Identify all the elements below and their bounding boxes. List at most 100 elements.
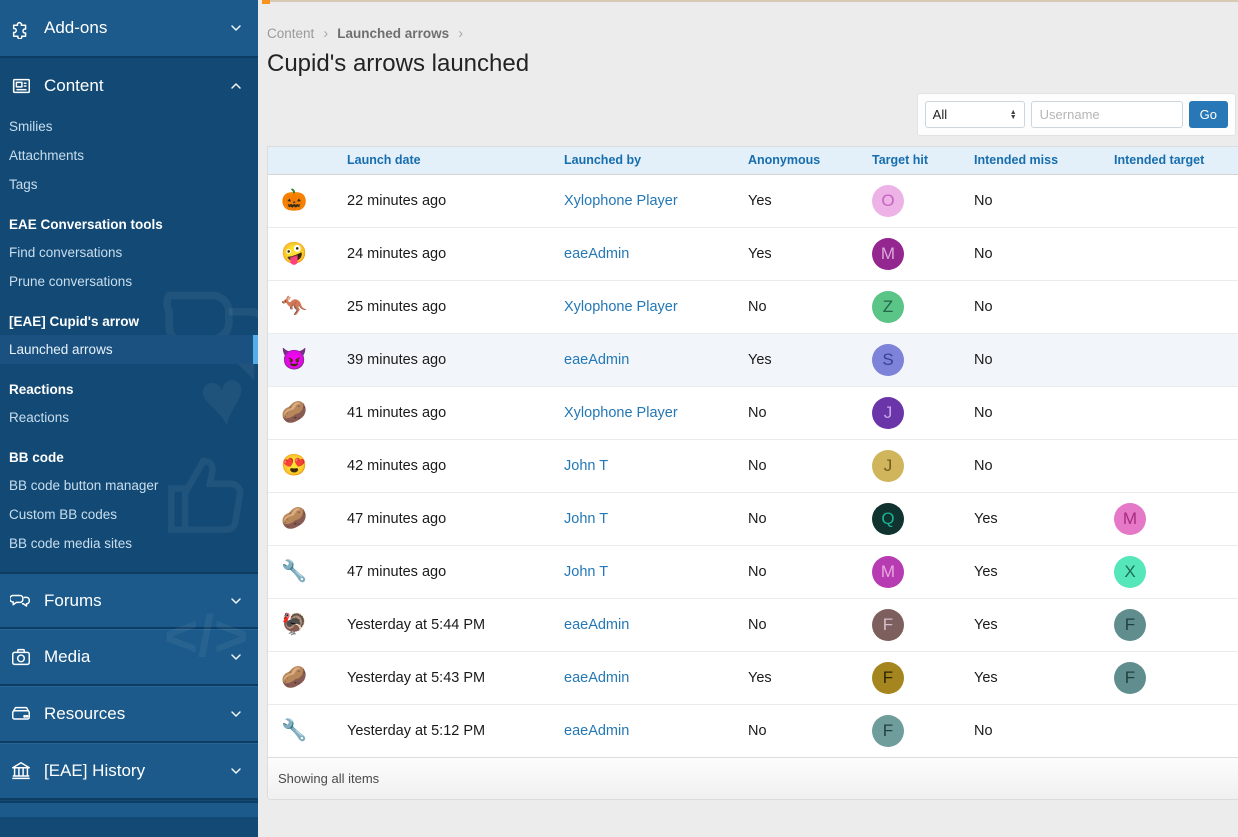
sidebar-item-prune-conversations[interactable]: Prune conversations bbox=[0, 267, 258, 296]
sidebar-group-media[interactable]: Media bbox=[0, 629, 258, 686]
sidebar-item-smilies[interactable]: Smilies bbox=[0, 112, 258, 141]
anonymous-cell: Yes bbox=[738, 651, 862, 704]
top-divider-line bbox=[267, 0, 1238, 2]
sidebar-subnav: SmiliesAttachmentsTagsEAE Conversation t… bbox=[0, 112, 258, 558]
launched-arrows-table-card: Launch date Launched by Anonymous Target… bbox=[267, 146, 1238, 800]
launched-by-link[interactable]: eaeAdmin bbox=[564, 617, 629, 633]
launched-by-link[interactable]: John T bbox=[564, 564, 608, 580]
table-row: 🥔 41 minutes ago Xylophone Player No J N… bbox=[268, 386, 1238, 439]
launch-date-cell: Yesterday at 5:44 PM bbox=[337, 598, 554, 651]
sidebar-item-bb-code-media-sites[interactable]: BB code media sites bbox=[0, 529, 258, 558]
table-row: 😍 42 minutes ago John T No J No bbox=[268, 439, 1238, 492]
intended-target-avatar[interactable]: F bbox=[1114, 609, 1146, 641]
sidebar-group-resources[interactable]: Resources bbox=[0, 686, 258, 743]
breadcrumb: Content › Launched arrows › bbox=[267, 25, 1238, 42]
arrow-emoji: 🥔 bbox=[281, 507, 307, 530]
intended-target-avatar[interactable]: X bbox=[1114, 556, 1146, 588]
launched-by-link[interactable]: John T bbox=[564, 458, 608, 474]
launched-by-link[interactable]: John T bbox=[564, 511, 608, 527]
intended-target-avatar[interactable]: F bbox=[1114, 662, 1146, 694]
launch-date-cell: Yesterday at 5:43 PM bbox=[337, 651, 554, 704]
sidebar-group-addons[interactable]: Add-ons bbox=[0, 0, 258, 58]
chevron-down-icon bbox=[228, 706, 244, 722]
intended-target-avatar[interactable]: M bbox=[1114, 503, 1146, 535]
emoji-column-header bbox=[268, 147, 337, 174]
bank-icon bbox=[10, 760, 32, 782]
orange-accent-chip bbox=[262, 0, 270, 4]
launched-by-link[interactable]: eaeAdmin bbox=[564, 723, 629, 739]
arrow-emoji: 🥔 bbox=[281, 401, 307, 424]
sidebar-group-forums[interactable]: Forums bbox=[0, 572, 258, 629]
launch-date-cell: 41 minutes ago bbox=[337, 386, 554, 439]
anonymous-cell: Yes bbox=[738, 174, 862, 227]
drive-icon bbox=[10, 703, 32, 725]
sidebar-group--eae-history[interactable]: [EAE] History bbox=[0, 743, 258, 800]
target-hit-avatar[interactable]: O bbox=[872, 185, 904, 217]
chevron-down-icon bbox=[228, 20, 244, 36]
table-row: 🔧 Yesterday at 5:12 PM eaeAdmin No F No bbox=[268, 704, 1238, 757]
arrow-emoji: 🥔 bbox=[281, 666, 307, 689]
chat-icon bbox=[10, 590, 32, 612]
sidebar-item-reactions[interactable]: Reactions bbox=[0, 403, 258, 432]
chevron-down-icon bbox=[228, 649, 244, 665]
intended-miss-cell: No bbox=[964, 227, 1104, 280]
intended-miss-cell: No bbox=[964, 174, 1104, 227]
go-button[interactable]: Go bbox=[1189, 101, 1228, 128]
target-hit-avatar[interactable]: S bbox=[872, 344, 904, 376]
sidebar-item-custom-bb-codes[interactable]: Custom BB codes bbox=[0, 500, 258, 529]
column-header-launched-by: Launched by bbox=[554, 147, 738, 174]
chevron-down-icon bbox=[228, 763, 244, 779]
target-hit-avatar[interactable]: Z bbox=[872, 291, 904, 323]
breadcrumb-content[interactable]: Content bbox=[267, 26, 314, 41]
sidebar-section-header: Reactions bbox=[0, 364, 258, 403]
anonymous-cell: No bbox=[738, 545, 862, 598]
puzzle-icon bbox=[10, 17, 32, 39]
intended-miss-cell: No bbox=[964, 439, 1104, 492]
sidebar-group-content[interactable]: Content bbox=[0, 60, 258, 112]
target-hit-avatar[interactable]: J bbox=[872, 397, 904, 429]
sidebar-item-find-conversations[interactable]: Find conversations bbox=[0, 238, 258, 267]
target-hit-avatar[interactable]: M bbox=[872, 238, 904, 270]
anonymous-cell: No bbox=[738, 439, 862, 492]
sidebar-item-attachments[interactable]: Attachments bbox=[0, 141, 258, 170]
launched-by-link[interactable]: eaeAdmin bbox=[564, 352, 629, 368]
launched-by-link[interactable]: eaeAdmin bbox=[564, 670, 629, 686]
table-row: 🤪 24 minutes ago eaeAdmin Yes M No bbox=[268, 227, 1238, 280]
arrow-emoji: 🤪 bbox=[281, 242, 307, 265]
filter-type-value: All bbox=[933, 107, 947, 122]
chevron-down-icon bbox=[228, 593, 244, 609]
target-hit-avatar[interactable]: Q bbox=[872, 503, 904, 535]
sidebar-item-tags[interactable]: Tags bbox=[0, 170, 258, 199]
anonymous-cell: No bbox=[738, 492, 862, 545]
sidebar-section-header: EAE Conversation tools bbox=[0, 199, 258, 238]
sidebar-group-label: Media bbox=[44, 647, 216, 667]
sidebar-group-label: Resources bbox=[44, 704, 216, 724]
launch-date-cell: 39 minutes ago bbox=[337, 333, 554, 386]
target-hit-avatar[interactable]: F bbox=[872, 715, 904, 747]
target-hit-avatar[interactable]: J bbox=[872, 450, 904, 482]
target-hit-avatar[interactable]: F bbox=[872, 609, 904, 641]
launch-date-cell: 22 minutes ago bbox=[337, 174, 554, 227]
sidebar-next-group-stub bbox=[0, 801, 258, 817]
target-hit-avatar[interactable]: M bbox=[872, 556, 904, 588]
target-hit-avatar[interactable]: F bbox=[872, 662, 904, 694]
launched-by-link[interactable]: eaeAdmin bbox=[564, 246, 629, 262]
table-row: 😈 39 minutes ago eaeAdmin Yes S No bbox=[268, 333, 1238, 386]
username-input[interactable] bbox=[1031, 101, 1183, 128]
launched-by-link[interactable]: Xylophone Player bbox=[564, 405, 678, 421]
sidebar-item-launched-arrows[interactable]: Launched arrows bbox=[0, 335, 258, 364]
launch-date-cell: 47 minutes ago bbox=[337, 545, 554, 598]
launched-by-link[interactable]: Xylophone Player bbox=[564, 299, 678, 315]
filter-type-select[interactable]: All ▲▼ bbox=[925, 101, 1025, 128]
page-title: Cupid's arrows launched bbox=[267, 50, 1238, 78]
launch-date-cell: 24 minutes ago bbox=[337, 227, 554, 280]
column-header-anonymous: Anonymous bbox=[738, 147, 862, 174]
sidebar-item-bb-code-button-manager[interactable]: BB code button manager bbox=[0, 471, 258, 500]
breadcrumb-separator: › bbox=[458, 25, 463, 42]
launched-by-link[interactable]: Xylophone Player bbox=[564, 193, 678, 209]
sidebar-bottom-groups: Forums Media Resources [EAE] History bbox=[0, 572, 258, 800]
anonymous-cell: Yes bbox=[738, 227, 862, 280]
breadcrumb-launched-arrows[interactable]: Launched arrows bbox=[337, 26, 449, 41]
column-header-intended-target: Intended target bbox=[1104, 147, 1238, 174]
arrow-emoji: 😈 bbox=[281, 348, 307, 371]
